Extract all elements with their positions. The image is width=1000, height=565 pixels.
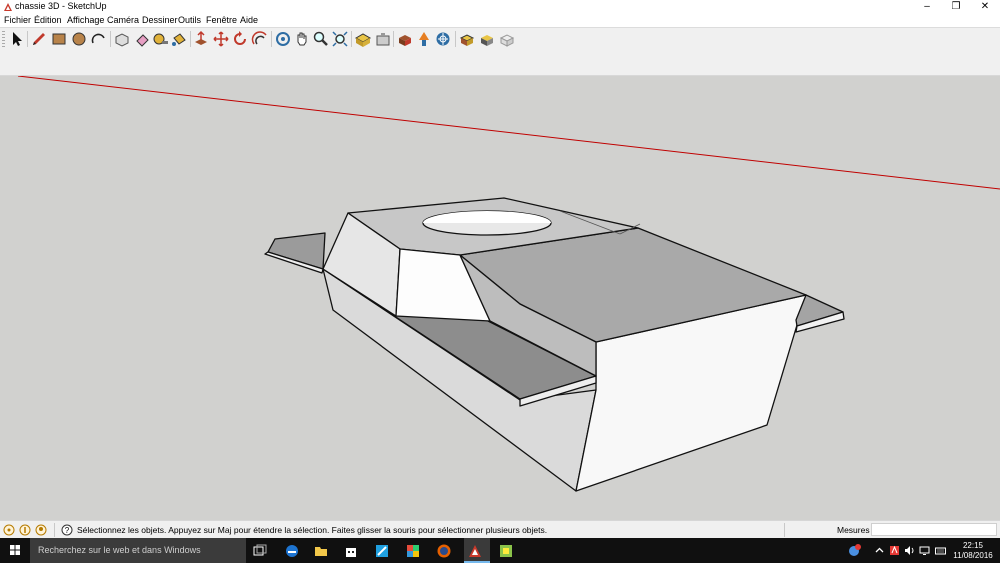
title-bar: chassie 3D - SketchUp – ❐ ✕ xyxy=(0,0,1000,14)
menu-aide[interactable]: Aide xyxy=(240,15,258,25)
rotate-icon[interactable] xyxy=(231,30,249,48)
credits-icon[interactable] xyxy=(19,524,31,536)
rectangle-icon[interactable] xyxy=(50,30,68,48)
antivirus-icon[interactable] xyxy=(888,544,901,557)
app-square-icon[interactable] xyxy=(495,538,517,563)
menu-dessiner[interactable]: Dessiner xyxy=(142,15,178,25)
make-component-icon[interactable] xyxy=(113,30,131,48)
eraser-icon[interactable] xyxy=(133,30,151,48)
scene-drawing xyxy=(17,76,1000,492)
status-hint: Sélectionnez les objets. Appuyez sur Maj… xyxy=(77,525,548,535)
window-title: chassie 3D - SketchUp xyxy=(15,1,107,11)
clock-date: 11/08/2016 xyxy=(953,551,993,560)
menu-affichage[interactable]: Affichage xyxy=(67,15,104,25)
tank-chassis-model xyxy=(264,197,845,492)
modeling-viewport[interactable] xyxy=(0,76,1000,520)
red-axis-line xyxy=(17,76,1000,190)
tape-measure-icon[interactable] xyxy=(151,30,169,48)
svg-text:?: ? xyxy=(65,526,70,535)
menu-fichier[interactable]: Fichier xyxy=(4,15,31,25)
extension-warehouse-icon[interactable] xyxy=(434,30,452,48)
paint-bucket-icon[interactable] xyxy=(170,30,188,48)
toolbar-separator xyxy=(351,31,352,47)
select-icon[interactable] xyxy=(8,30,26,48)
toolbar-separator xyxy=(27,31,28,47)
extension-manager-icon[interactable] xyxy=(458,30,476,48)
menu-bar: Fichier Édition Affichage Caméra Dessine… xyxy=(0,14,1000,27)
status-bar: ? Sélectionnez les objets. Appuyez sur M… xyxy=(0,520,1000,539)
toolbar-separator xyxy=(455,31,456,47)
pan-icon[interactable] xyxy=(293,30,311,48)
task-view-icon[interactable] xyxy=(249,538,271,563)
windows-logo-icon xyxy=(10,545,20,555)
sketchup-app-icon xyxy=(3,2,13,12)
offset-icon[interactable] xyxy=(251,30,269,48)
section-icon[interactable] xyxy=(478,30,496,48)
styles-icon[interactable] xyxy=(498,30,516,48)
store-icon[interactable] xyxy=(340,538,362,563)
sketchup-icon[interactable] xyxy=(464,538,490,563)
taskbar-clock[interactable]: 22:15 11/08/2016 xyxy=(951,541,995,561)
menu-outils[interactable]: Outils xyxy=(178,15,201,25)
circle-icon[interactable] xyxy=(70,30,88,48)
taskbar-search-box[interactable]: Recherchez sur le web et dans Windows xyxy=(30,538,246,563)
file-explorer-icon[interactable] xyxy=(310,538,332,563)
share-model-icon[interactable] xyxy=(374,30,392,48)
zoom-extents-icon[interactable] xyxy=(331,30,349,48)
toolbar-separator xyxy=(190,31,191,47)
keyboard-icon[interactable] xyxy=(934,544,947,557)
menu-fenetre[interactable]: Fenêtre xyxy=(206,15,237,25)
move-icon[interactable] xyxy=(212,30,230,48)
zoom-icon[interactable] xyxy=(312,30,330,48)
menu-camera[interactable]: Caméra xyxy=(107,15,139,25)
app-colorful-icon[interactable] xyxy=(402,538,424,563)
toolbar-separator xyxy=(393,31,394,47)
taskbar: Recherchez sur le web et dans Windows 22… xyxy=(0,538,1000,563)
toolbar xyxy=(0,27,1000,51)
send-to-layout-icon[interactable] xyxy=(415,30,433,48)
arc-icon[interactable] xyxy=(90,30,108,48)
network-icon[interactable] xyxy=(918,544,931,557)
measurements-input[interactable] xyxy=(871,523,997,536)
menu-edition[interactable]: Édition xyxy=(34,15,62,25)
geo-location-icon[interactable] xyxy=(3,524,15,536)
volume-icon[interactable] xyxy=(903,544,916,557)
notification-alert-icon[interactable] xyxy=(848,544,861,557)
show-hidden-icons-icon[interactable] xyxy=(873,544,886,557)
close-button[interactable]: ✕ xyxy=(971,0,999,14)
get-models-icon[interactable] xyxy=(396,30,414,48)
toolbar-separator xyxy=(271,31,272,47)
clock-time: 22:15 xyxy=(962,541,984,550)
toolbar-grip[interactable] xyxy=(2,31,5,47)
start-button[interactable] xyxy=(0,538,30,563)
orbit-icon[interactable] xyxy=(274,30,292,48)
toolbar-separator xyxy=(110,31,111,47)
search-placeholder: Recherchez sur le web et dans Windows xyxy=(38,545,201,555)
pencil-icon[interactable] xyxy=(30,30,48,48)
app-blue-icon[interactable] xyxy=(371,538,393,563)
push-pull-icon[interactable] xyxy=(192,30,210,48)
maximize-button[interactable]: ❐ xyxy=(942,0,970,14)
edge-icon[interactable] xyxy=(281,538,303,563)
help-icon[interactable]: ? xyxy=(61,524,73,536)
measurements-label: Mesures xyxy=(837,525,870,535)
status-divider xyxy=(784,523,785,537)
status-divider xyxy=(54,523,55,537)
user-account-icon[interactable] xyxy=(35,524,47,536)
firefox-icon[interactable] xyxy=(433,538,455,563)
toolbar-strip xyxy=(0,50,1000,76)
minimize-button[interactable]: – xyxy=(913,0,941,14)
3d-warehouse-icon[interactable] xyxy=(354,30,372,48)
